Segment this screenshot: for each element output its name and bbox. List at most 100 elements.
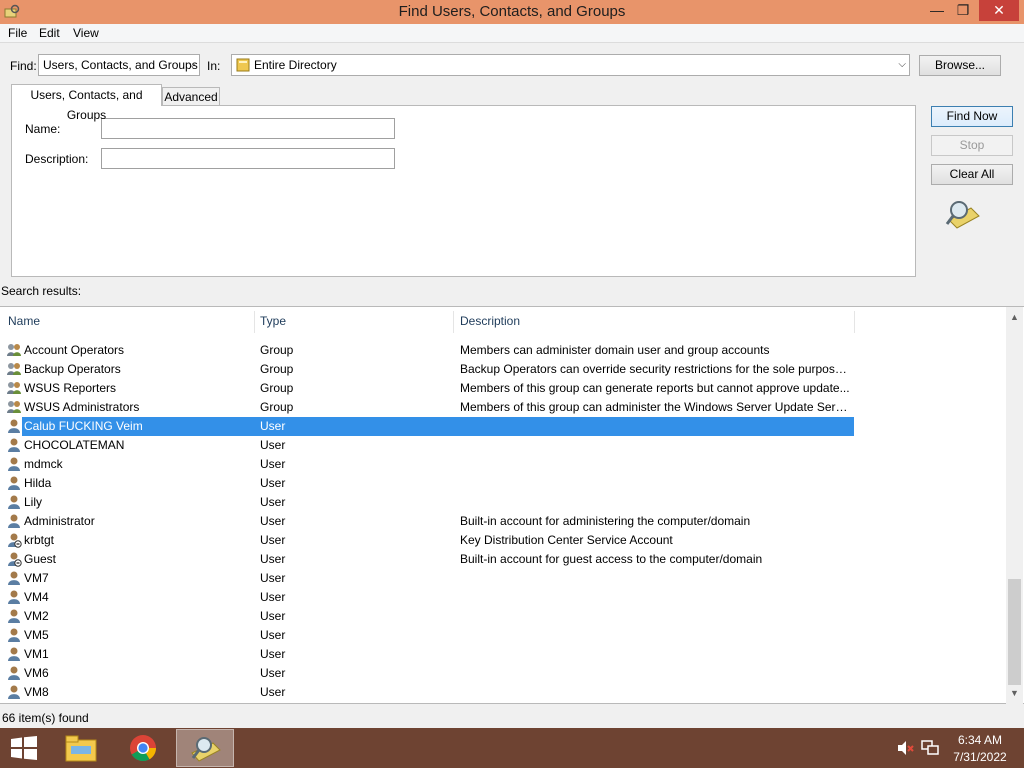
row-name: VM5: [24, 628, 49, 642]
row-name: Guest: [24, 552, 57, 566]
in-label: In:: [207, 59, 221, 73]
description-label: Description:: [25, 152, 89, 166]
find-now-button[interactable]: Find Now: [931, 106, 1013, 127]
taskbar-chrome[interactable]: [114, 729, 172, 767]
table-row[interactable]: Guest User Built-in account for guest acce…: [0, 550, 1006, 569]
clock-time[interactable]: 6:34 AM: [950, 733, 1010, 747]
menu-file[interactable]: File: [8, 26, 27, 40]
row-name: Administrator: [24, 514, 95, 528]
in-location-value: Entire Directory: [254, 58, 337, 72]
clear-all-button[interactable]: Clear All: [931, 164, 1013, 185]
row-type: Group: [260, 381, 294, 395]
group-icon: [7, 344, 21, 356]
find-label: Find:: [10, 59, 37, 73]
directory-icon: [236, 58, 250, 72]
row-name: Account Operators: [24, 343, 125, 357]
row-type: User: [260, 438, 286, 452]
table-row[interactable]: WSUS Reporters Group Members of this group…: [0, 379, 1006, 398]
column-header-description[interactable]: Description: [460, 314, 520, 328]
row-type: Group: [260, 343, 294, 357]
row-name: Backup Operators: [24, 362, 121, 376]
row-name: Calub FUCKING Veim: [24, 419, 143, 433]
network-icon[interactable]: [921, 740, 939, 756]
row-type: User: [260, 457, 286, 471]
table-row[interactable]: VM7 User: [0, 569, 1006, 588]
taskbar: 6:34 AM 7/31/2022: [0, 728, 1024, 768]
scroll-thumb[interactable]: [1008, 579, 1021, 685]
search-magnifier-icon: [945, 201, 980, 229]
search-results-list[interactable]: Name Type Description Account Operators G…: [0, 306, 1024, 704]
row-description: Built-in account for administering the c…: [460, 514, 751, 528]
group-icon: [7, 401, 21, 413]
user-icon: [8, 590, 20, 604]
file-explorer-icon: [65, 735, 97, 762]
restore-button[interactable]: ❐: [948, 0, 978, 21]
menu-edit[interactable]: Edit: [39, 26, 60, 40]
name-input[interactable]: [101, 118, 395, 139]
tab-advanced[interactable]: Advanced: [162, 87, 220, 105]
table-row[interactable]: VM2 User: [0, 607, 1006, 626]
row-name: VM2: [24, 609, 49, 623]
table-row[interactable]: Lily User: [0, 493, 1006, 512]
table-row[interactable]: VM8 User: [0, 683, 1006, 702]
row-name: Hilda: [24, 476, 52, 490]
in-location-select[interactable]: Entire Directory ⌵: [231, 54, 910, 76]
row-description: Key Distribution Center Service Account: [460, 533, 673, 547]
title-bar[interactable]: Find Users, Contacts, and Groups — ❐ ✕: [0, 0, 1024, 24]
row-type: User: [260, 628, 286, 642]
table-row[interactable]: Administrator User Built-in account for ad…: [0, 512, 1006, 531]
taskbar-file-explorer[interactable]: [52, 729, 110, 767]
table-row[interactable]: VM4 User: [0, 588, 1006, 607]
row-name: VM1: [24, 647, 49, 661]
row-name: Lily: [24, 495, 43, 509]
table-row[interactable]: Calub FUCKING Veim User: [0, 417, 1006, 436]
column-header-name[interactable]: Name: [8, 314, 40, 328]
scroll-down-icon[interactable]: ▼: [1006, 685, 1023, 702]
user-icon: [8, 438, 20, 452]
column-divider[interactable]: [854, 311, 855, 333]
name-label: Name:: [25, 122, 61, 136]
group-icon: [7, 363, 21, 375]
taskbar-find-users[interactable]: [176, 729, 234, 767]
browse-button[interactable]: Browse...: [919, 55, 1001, 76]
user-icon: [8, 476, 20, 490]
close-button[interactable]: ✕: [979, 0, 1019, 21]
table-row[interactable]: Backup Operators Group Backup Operators ca…: [0, 360, 1006, 379]
menu-view[interactable]: View: [73, 26, 99, 40]
clock-date[interactable]: 7/31/2022: [950, 750, 1010, 764]
start-icon[interactable]: [10, 736, 38, 760]
scroll-up-icon[interactable]: ▲: [1006, 309, 1023, 326]
table-row[interactable]: WSUS Administrators Group Members of this …: [0, 398, 1006, 417]
row-type: User: [260, 495, 286, 509]
table-row[interactable]: VM1 User: [0, 645, 1006, 664]
user-icon: [8, 457, 20, 471]
user-icon: [8, 685, 20, 699]
tab-users-contacts-groups[interactable]: Users, Contacts, and Groups: [11, 84, 162, 122]
chevron-down-icon: ⌵: [188, 59, 196, 70]
row-type: User: [260, 514, 286, 528]
window-title: Find Users, Contacts, and Groups: [398, 3, 626, 20]
description-input[interactable]: [101, 148, 395, 169]
table-row[interactable]: Account Operators Group Members can admini…: [0, 341, 1006, 360]
row-name: WSUS Administrators: [24, 400, 140, 414]
row-name: mdmck: [24, 457, 63, 471]
results-scrollbar[interactable]: ▲ ▼: [1006, 307, 1023, 704]
row-type: User: [260, 571, 286, 585]
stop-button[interactable]: Stop: [931, 135, 1013, 156]
row-description: Members of this group can generate repor…: [460, 381, 850, 395]
column-divider[interactable]: [254, 311, 255, 333]
column-divider[interactable]: [453, 311, 454, 333]
table-row[interactable]: mdmck User: [0, 455, 1006, 474]
row-type: User: [260, 609, 286, 623]
table-row[interactable]: VM5 User: [0, 626, 1006, 645]
user-icon: [8, 419, 20, 433]
find-type-select[interactable]: Users, Contacts, and Groups ⌵: [38, 54, 200, 76]
table-row[interactable]: VM6 User: [0, 664, 1006, 683]
volume-muted-icon[interactable]: [897, 740, 915, 756]
table-row[interactable]: Hilda User: [0, 474, 1006, 493]
menu-bar: File Edit View: [0, 24, 1024, 43]
row-name: CHOCOLATEMAN: [24, 438, 125, 452]
table-row[interactable]: CHOCOLATEMAN User: [0, 436, 1006, 455]
column-header-type[interactable]: Type: [260, 314, 286, 328]
table-row[interactable]: krbtgt User Key Distribution Center Servic…: [0, 531, 1006, 550]
